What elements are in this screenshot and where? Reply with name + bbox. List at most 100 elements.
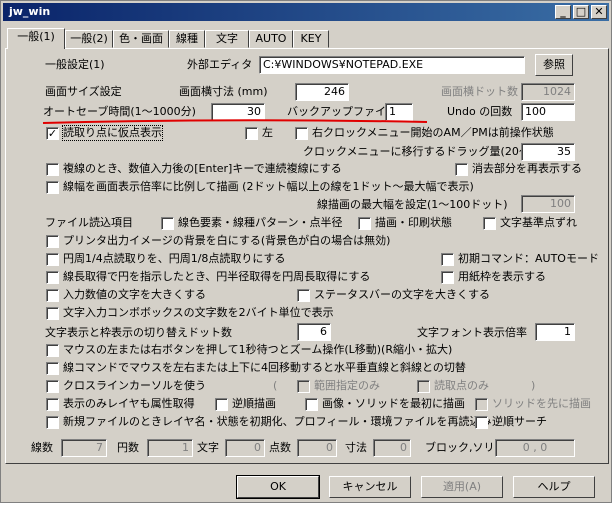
printer-white-label: プリンタ出力イメージの背景を白にする(背景色が白の場合は無効) [63, 234, 391, 247]
new-file-init-label: 新規ファイルのときレイヤ名・状態を初期化、プロフィール・環境ファイルを再読込み [63, 415, 492, 428]
dims-count-label: 寸法 [345, 441, 367, 454]
draw-state-label: 描画・印刷状態 [375, 216, 452, 229]
screen-size-label: 画面サイズ設定 [45, 85, 122, 98]
line-width-label: 線幅を画面表示倍率に比例して描画 (2ドット幅以上の線を1ドット～最大幅で表示) [63, 180, 474, 193]
editor-label: 外部エディタ [187, 58, 253, 71]
font-scale-field[interactable]: 1 [535, 323, 575, 341]
minimize-icon[interactable]: _ [555, 5, 571, 19]
autosave-label: オートセーブ時間(1～1000分) [43, 105, 196, 118]
color-elements-label: 線色要素・線種パターン・点半径 [178, 216, 343, 229]
max-width-label: 線描画の最大幅を設定(1～100ドット) [317, 198, 508, 211]
redisplay-checkbox[interactable] [455, 163, 468, 176]
maximize-icon[interactable]: □ [573, 5, 589, 19]
paper-frame-label: 用紙枠を表示する [458, 270, 546, 283]
lines-count-field: 7 [61, 439, 107, 457]
font-scale-label: 文字フォント表示倍率 [417, 326, 527, 339]
editor-path-field[interactable]: C:¥WINDOWS¥NOTEPAD.EXE [259, 56, 525, 74]
solid-first-checkbox [475, 398, 488, 411]
combo-bytes-label: 文字入力コンボボックスの文字数を2バイト単位で表示 [63, 306, 334, 319]
close-icon[interactable]: ✕ [591, 5, 607, 19]
auto-mode-label: 初期コマンド：AUTOモード [458, 252, 599, 265]
new-file-init-checkbox[interactable] [46, 416, 59, 429]
help-button[interactable]: ヘルプ [513, 476, 595, 498]
line-switch-label: 線コマンドでマウスを左右または上下に4回移動すると水平垂直線と斜線との切替 [63, 361, 466, 374]
reverse-draw-label: 逆順描画 [232, 397, 276, 410]
points-count-field: 0 [297, 439, 337, 457]
left-checkbox[interactable] [245, 127, 258, 140]
crossline-label: クロスラインカーソルを使う [63, 379, 206, 392]
tab-auto[interactable]: AUTO [249, 30, 293, 48]
browse-button[interactable]: 参照 [535, 54, 573, 76]
pencil-point-checkbox[interactable]: ✓ [46, 127, 59, 140]
reverse-draw-checkbox[interactable] [215, 398, 228, 411]
status-large-checkbox[interactable] [297, 289, 310, 302]
apply-button: 適用(A) [421, 476, 503, 498]
block-count-field: 0 , 0 [495, 439, 575, 457]
text-base-label: 文字基準点ずれ [500, 216, 577, 229]
title-bar[interactable]: jw_win _ □ ✕ [3, 3, 609, 21]
auto-mode-checkbox[interactable] [441, 253, 454, 266]
left-label: 左 [262, 126, 273, 139]
image-first-label: 画像・ソリッドを最初に描画 [322, 397, 465, 410]
ok-button[interactable]: OK [236, 475, 320, 499]
pencil-point-label: 読取り点に仮点表示 [62, 125, 163, 141]
color-elements-checkbox[interactable] [161, 217, 174, 230]
max-width-field: 100 [521, 195, 575, 213]
points-count-label: 点数 [269, 441, 291, 454]
layer-attr-label: 表示のみレイヤも属性取得 [63, 397, 195, 410]
mouse-zoom-checkbox[interactable] [46, 344, 59, 357]
read-point-only-label: 読取点のみ [434, 379, 489, 392]
lines-count-label: 線数 [31, 441, 53, 454]
crossline-checkbox[interactable] [46, 380, 59, 393]
undo-label: Undo の回数 [447, 105, 513, 118]
paren-open: ( [273, 379, 278, 392]
arcs-count-field: 1 [147, 439, 193, 457]
window-title: jw_win [9, 5, 51, 18]
tab-text[interactable]: 文字 [205, 30, 249, 48]
mouse-zoom-label: マウスの左または右ボタンを押して1秒待つとズーム操作(L移動)(R縮小・拡大) [63, 343, 453, 356]
paper-frame-checkbox[interactable] [441, 271, 454, 284]
draw-state-checkbox[interactable] [358, 217, 371, 230]
arcs-count-label: 円数 [117, 441, 139, 454]
dialog-window: jw_win _ □ ✕ 一般(1) 一般(2) 色・画面 線種 文字 AUTO… [0, 0, 612, 503]
enter-continuous-checkbox[interactable] [46, 163, 59, 176]
text-count-label: 文字 [197, 441, 219, 454]
section-heading: 一般設定(1) [45, 58, 105, 71]
radius-length-label: 線長取得で円を指示したとき、円半径取得を円周長取得にする [63, 270, 371, 283]
drag-amount-field[interactable]: 35 [521, 143, 575, 161]
undo-field[interactable]: 100 [521, 103, 575, 121]
screen-dim-field[interactable]: 246 [295, 83, 349, 101]
drag-amount-label: クロックメニューに移行するドラッグ量(20～200) [303, 145, 556, 158]
line-width-checkbox[interactable] [46, 181, 59, 194]
tab-linetype[interactable]: 線種 [169, 30, 205, 48]
solid-first-label: ソリッドを先に描画 [492, 397, 591, 410]
switch-dots-label: 文字表示と枠表示の切り替えドット数 [45, 326, 232, 339]
input-large-checkbox[interactable] [46, 289, 59, 302]
image-first-checkbox[interactable] [305, 398, 318, 411]
range-only-label: 範囲指定のみ [314, 379, 380, 392]
right-clock-checkbox[interactable] [295, 127, 308, 140]
screen-dots-label: 画面横ドット数 [441, 85, 518, 98]
read-point-only-checkbox [417, 380, 430, 393]
file-read-label: ファイル読込項目 [45, 216, 133, 229]
reverse-search-label: 逆順サーチ [492, 415, 547, 428]
line-switch-checkbox[interactable] [46, 362, 59, 375]
tab-general-1[interactable]: 一般(1) [7, 28, 65, 49]
tab-key[interactable]: KEY [293, 30, 329, 48]
radius-length-checkbox[interactable] [46, 271, 59, 284]
circle-read-checkbox[interactable] [46, 253, 59, 266]
tab-general-2[interactable]: 一般(2) [65, 30, 113, 48]
tab-color-screen[interactable]: 色・画面 [113, 30, 169, 48]
printer-white-checkbox[interactable] [46, 235, 59, 248]
red-underline-annotation [42, 119, 428, 124]
layer-attr-checkbox[interactable] [46, 398, 59, 411]
redisplay-label: 消去部分を再表示する [472, 162, 582, 175]
switch-dots-field[interactable]: 6 [297, 323, 331, 341]
text-base-checkbox[interactable] [483, 217, 496, 230]
reverse-search-checkbox[interactable] [475, 416, 488, 429]
cancel-button[interactable]: キャンセル [329, 476, 411, 498]
input-large-label: 入力数値の文字を大きくする [63, 288, 206, 301]
right-clock-label: 右クロックメニュー開始のAM／PMは前操作状態 [312, 126, 554, 139]
combo-bytes-checkbox[interactable] [46, 307, 59, 320]
dims-count-field: 0 [373, 439, 411, 457]
